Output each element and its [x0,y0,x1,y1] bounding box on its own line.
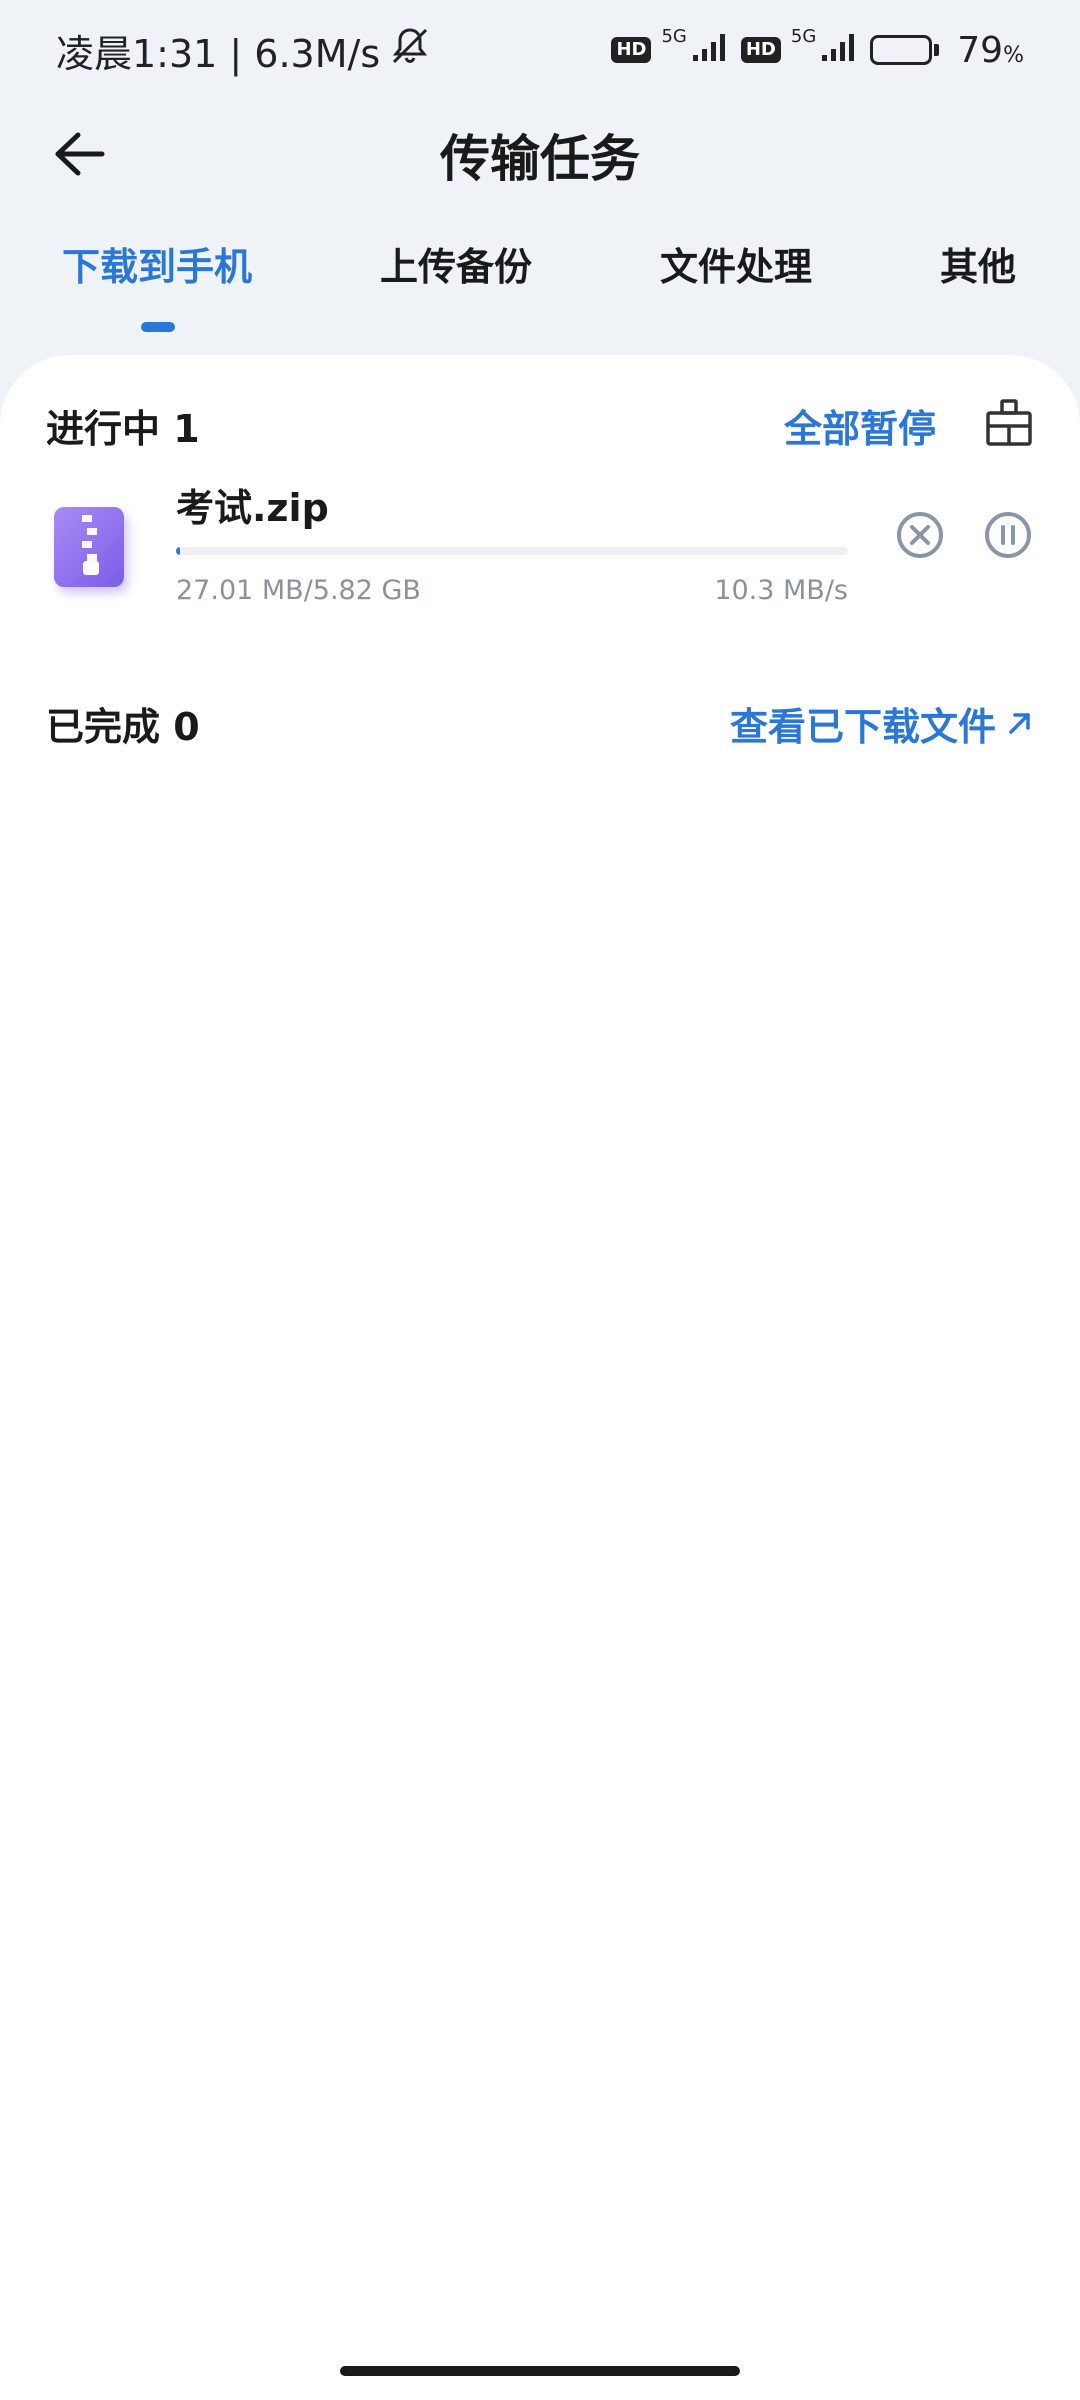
task-speed-text: 10.3 MB/s [714,575,848,606]
pause-task-button[interactable] [978,505,1038,565]
cancel-task-button[interactable] [890,505,950,565]
bell-off-icon [388,24,432,77]
home-indicator[interactable] [340,2366,740,2376]
completed-header: 已完成 0 查看已下载文件 [46,693,1034,753]
tab-bar: 下载到手机 上传备份 文件处理 其他 [0,236,1080,336]
tab-other[interactable]: 其他 [940,236,1016,291]
status-bar: 凌晨1:31 | 6.3M/s HD 5G HD 5G 79% [0,0,1080,100]
status-time: 凌晨1:31 | 6.3M/s [56,31,381,76]
content-card: 进行中 1 全部暂停 考试.zip 27.01 MB/5.82 GB 10.3 … [0,355,1080,2400]
view-downloaded-files-label: 查看已下载文件 [729,704,996,749]
in-progress-header: 进行中 1 全部暂停 [46,395,1034,455]
network-label: 5G [661,25,687,47]
zip-file-icon [54,507,124,587]
tab-upload-backup[interactable]: 上传备份 [380,236,532,291]
pause-all-button[interactable]: 全部暂停 [784,398,936,453]
task-progress-fill [176,547,181,555]
task-progress-bar [176,547,848,555]
task-size-text: 27.01 MB/5.82 GB [176,575,421,606]
tab-active-indicator [141,322,175,332]
signal-icon-2 [820,28,860,72]
task-row[interactable]: 考试.zip 27.01 MB/5.82 GB 10.3 MB/s [46,477,1034,617]
task-file-name: 考试.zip [176,486,329,530]
clean-button[interactable] [984,398,1034,452]
battery-icon [870,35,940,65]
signal-icon [691,28,731,72]
tab-file-processing[interactable]: 文件处理 [660,236,812,291]
broom-icon [986,399,1032,446]
pause-circle-icon [985,512,1031,558]
close-circle-icon [897,512,943,558]
page-title: 传输任务 [440,130,640,188]
in-progress-title: 进行中 1 [46,406,200,451]
network-label-2: 5G [790,25,817,47]
back-button[interactable] [48,122,112,186]
status-right: HD 5G HD 5G 79% [611,25,1024,72]
tab-download-to-phone[interactable]: 下载到手机 [62,236,252,291]
status-left: 凌晨1:31 | 6.3M/s [56,23,432,78]
view-downloaded-files-link[interactable]: 查看已下载文件 [730,696,1034,751]
arrow-up-right-icon [1009,713,1030,734]
completed-title: 已完成 0 [46,704,200,749]
hd-badge: HD [611,37,652,63]
hd-badge-2: HD [740,37,781,63]
arrow-left-icon [55,132,105,176]
battery-percent: 79% [957,29,1024,71]
header: 传输任务 [0,100,1080,210]
in-progress-actions: 全部暂停 [784,398,1034,453]
